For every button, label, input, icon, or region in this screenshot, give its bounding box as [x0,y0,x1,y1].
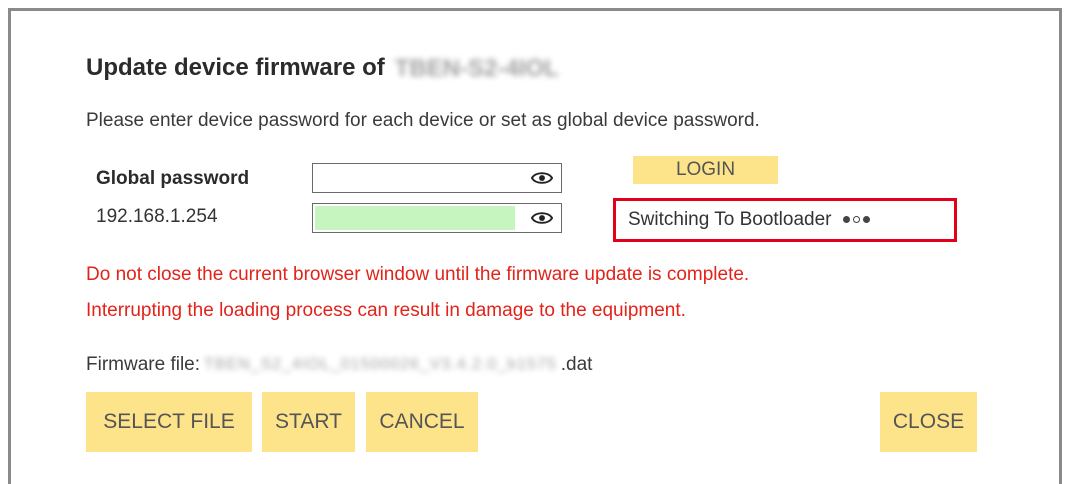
eye-icon[interactable] [531,210,553,226]
firmware-filename: TBEN_S2_4IOL_01500026_V3.4.2.0_b1575 [204,355,557,373]
firmware-extension: .dat [560,354,593,375]
dialog-title-text: Update device firmware of [86,54,385,81]
device-password-fill [315,206,515,230]
eye-icon[interactable] [531,170,553,186]
global-password-label: Global password [96,168,250,189]
loading-dots-icon [842,201,873,239]
device-ip-label: 192.168.1.254 [96,206,218,227]
warning-line-2: Interrupting the loading process can res… [86,300,686,321]
cancel-button[interactable]: CANCEL [366,392,478,452]
status-text: Switching To Bootloader [628,209,832,231]
close-button[interactable]: CLOSE [880,392,977,452]
warning-line-1: Do not close the current browser window … [86,264,750,285]
select-file-button[interactable]: SELECT FILE [86,392,252,452]
dialog-title: Update device firmware of TBEN-S2-4IOL [86,54,559,83]
login-button[interactable]: LOGIN [633,156,778,184]
start-button[interactable]: START [262,392,355,452]
firmware-file-label: Firmware file: [86,354,201,375]
device-password-field[interactable] [312,203,562,233]
global-password-field[interactable] [312,163,562,193]
firmware-file-row: Firmware file: TBEN_S2_4IOL_01500026_V3.4… [86,354,592,376]
device-name: TBEN-S2-4IOL [394,54,559,82]
status-box: Switching To Bootloader [613,198,957,242]
instructions-text: Please enter device password for each de… [86,110,760,131]
